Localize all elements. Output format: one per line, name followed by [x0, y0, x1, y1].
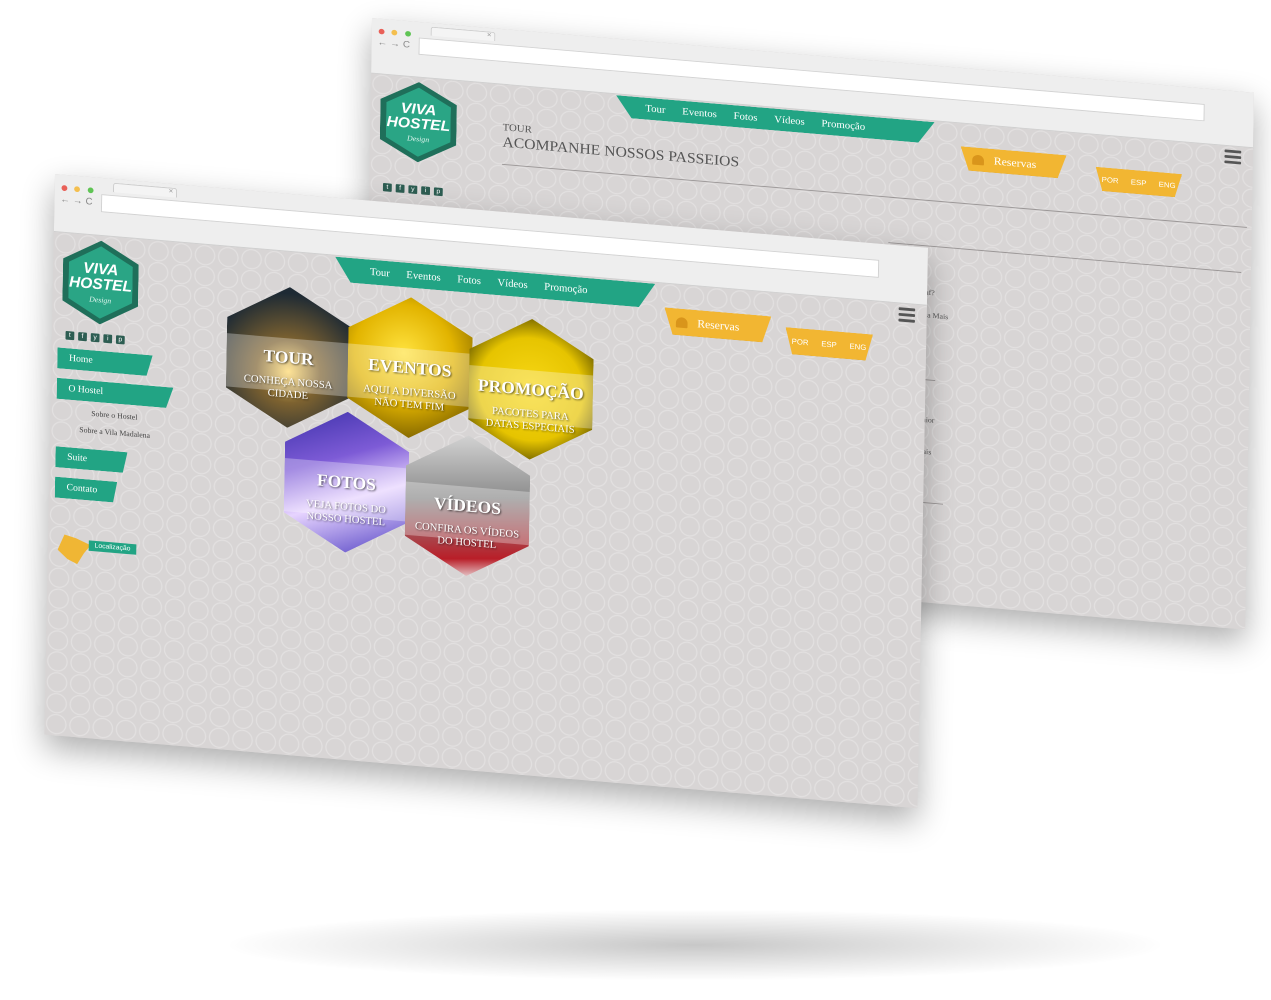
instagram-icon[interactable]: i [103, 334, 113, 344]
menu-item-fotos[interactable]: Fotos [457, 274, 481, 287]
close-dot-icon[interactable] [61, 185, 68, 192]
facebook-icon[interactable]: f [78, 332, 87, 342]
lang-por[interactable]: POR [1102, 175, 1119, 185]
lang-eng[interactable]: ENG [849, 342, 866, 352]
tab-close-icon[interactable]: × [169, 186, 174, 195]
minimize-dot-icon[interactable] [74, 186, 81, 193]
maximize-dot-icon[interactable] [404, 30, 411, 37]
menu-item-eventos[interactable]: Eventos [682, 106, 717, 120]
sidebar-item-label: O Hostel [68, 383, 104, 397]
lang-esp[interactable]: ESP [1131, 178, 1147, 188]
menu-item-eventos[interactable]: Eventos [406, 269, 441, 283]
nav-arrows-icon[interactable]: ←→C [377, 38, 413, 51]
menu-item-tour[interactable]: Tour [645, 103, 665, 116]
maximize-dot-icon[interactable] [87, 187, 94, 194]
twitter-icon[interactable]: t [382, 182, 392, 192]
logo[interactable]: VIVA HOSTEL Design [62, 238, 139, 328]
lang-esp[interactable]: ESP [821, 339, 837, 349]
sidebar-item-label: Home [68, 353, 93, 366]
nav-arrows-icon[interactable]: ←→C [60, 194, 95, 207]
menu-item-videos[interactable]: Vídeos [774, 114, 805, 128]
browser-window-front: × ←→C VIVA HOSTEL Design t f y i p Home … [44, 174, 928, 809]
youtube-icon[interactable]: y [90, 333, 100, 343]
sidebar-item-label: Contato [66, 482, 98, 496]
menu-item-fotos[interactable]: Fotos [733, 111, 757, 124]
hamburger-menu-icon[interactable] [898, 307, 916, 325]
bed-icon [972, 154, 984, 165]
youtube-icon[interactable]: y [408, 185, 418, 195]
sidebar-item-label: Suite [67, 451, 88, 465]
facebook-icon[interactable]: f [395, 184, 405, 193]
instagram-icon[interactable]: i [421, 186, 431, 196]
pinterest-icon[interactable]: p [433, 187, 443, 197]
hamburger-menu-icon[interactable] [1224, 149, 1242, 167]
close-dot-icon[interactable] [378, 28, 385, 35]
menu-item-promocao[interactable]: Promoção [544, 281, 587, 296]
logo[interactable]: VIVA HOSTEL Design [379, 79, 457, 166]
floor-shadow [230, 910, 1160, 980]
reservas-label: Reservas [697, 316, 740, 334]
menu-item-tour[interactable]: Tour [370, 266, 390, 279]
minimize-dot-icon[interactable] [391, 29, 398, 36]
lang-por[interactable]: POR [792, 337, 809, 347]
bed-icon [676, 316, 688, 327]
reservas-label: Reservas [993, 154, 1037, 171]
menu-item-promocao[interactable]: Promoção [821, 118, 865, 133]
lang-eng[interactable]: ENG [1159, 180, 1176, 190]
menu-item-videos[interactable]: Vídeos [497, 277, 527, 291]
pinterest-icon[interactable]: p [115, 335, 125, 345]
tab-close-icon[interactable]: × [487, 30, 492, 39]
twitter-icon[interactable]: t [65, 330, 75, 341]
